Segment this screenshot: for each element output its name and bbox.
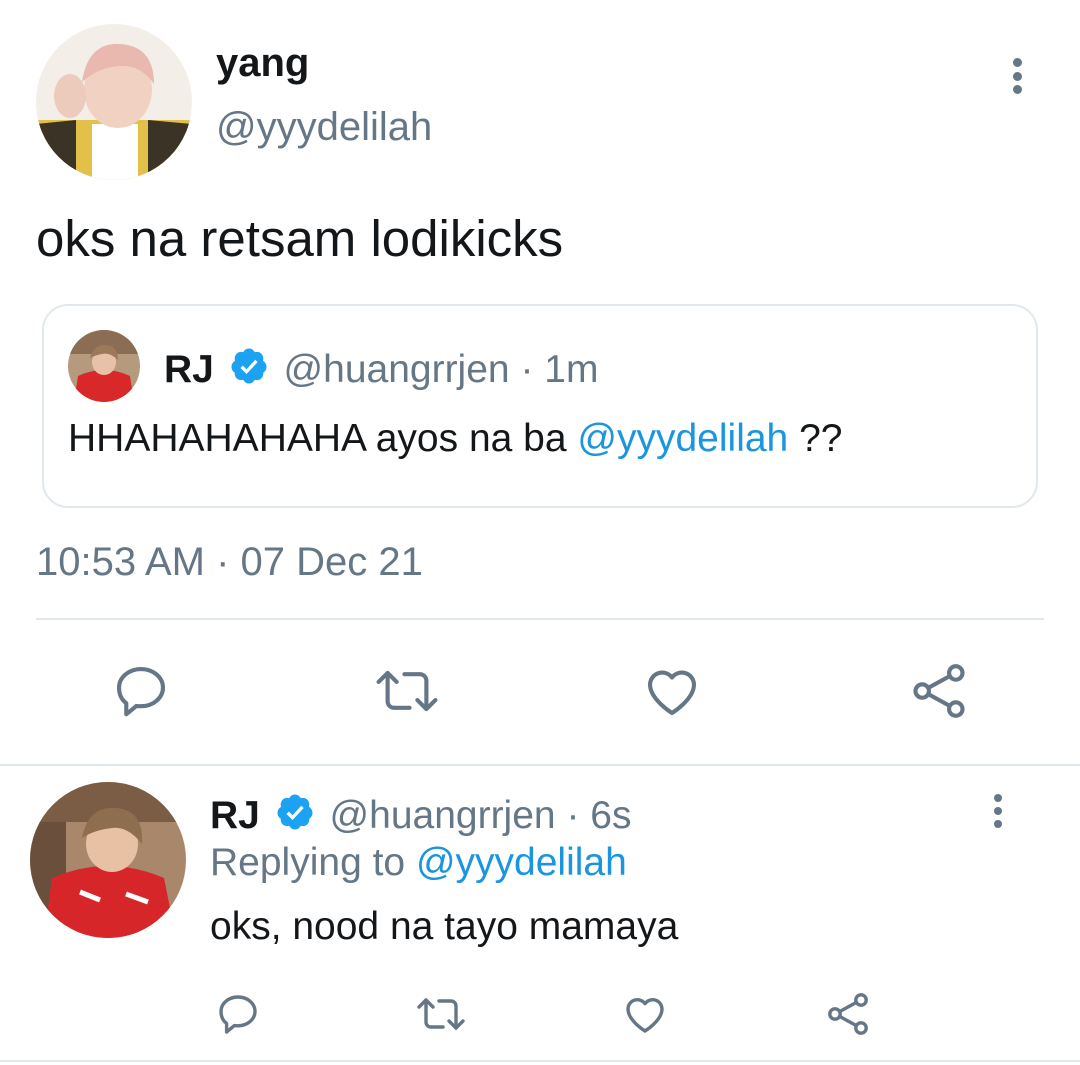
reply-share-icon[interactable] [824,990,872,1038]
reply-tweet-text: oks, nood na tayo mamaya [210,905,679,948]
quoted-tweet-age: · 1m [509,347,599,391]
reply-author-name[interactable]: RJ [210,794,260,837]
main-retweet-icon[interactable] [373,660,441,722]
quoted-text-tail: ?? [788,417,843,460]
quoted-author-avatar[interactable] [68,330,140,402]
quoted-mention-link[interactable]: @yyydelilah [577,417,788,460]
quoted-tweet-text: HHAHAHAHAHA ayos na ba @yyydelilah ?? [68,416,842,462]
main-tweet-timestamp: 10:53 AM · 07 Dec 21 [36,540,423,584]
quoted-text-body: HHAHAHAHAHA ayos na ba [68,417,578,460]
main-author-avatar[interactable] [36,24,192,180]
main-reply-icon[interactable] [110,660,172,722]
quoted-tweet-card[interactable] [42,304,1038,508]
main-like-icon[interactable] [640,660,704,722]
reply-author-line: RJ @huangrrjen · 6s [210,792,631,843]
divider [0,1060,1080,1062]
quoted-author-handle[interactable]: @huangrrjen [284,348,510,391]
quoted-author-line: RJ @huangrrjen · 1m [164,346,598,397]
main-author-handle[interactable]: @yyydelilah [216,104,432,150]
main-tweet-text: oks na retsam lodikicks [36,210,564,267]
reply-author-handle[interactable]: @huangrrjen [330,794,556,837]
reply-more-options-icon[interactable] [990,794,1006,828]
divider [0,764,1080,766]
main-author-name[interactable]: yang [216,40,309,86]
verified-badge-icon [275,792,315,843]
reply-author-avatar[interactable] [30,782,186,938]
reply-tweet-age: · 6s [555,793,632,837]
main-share-icon[interactable] [908,660,970,722]
verified-badge-icon [229,346,269,397]
replying-to-line: Replying to @yyydelilah [210,840,627,886]
replying-to-label: Replying to [210,841,416,884]
replying-to-mention-link[interactable]: @yyydelilah [416,841,627,884]
main-more-options-icon[interactable] [1008,58,1026,94]
reply-like-icon[interactable] [620,990,670,1038]
reply-reply-icon[interactable] [214,990,262,1038]
divider [36,618,1044,620]
quoted-author-name[interactable]: RJ [164,348,214,391]
reply-retweet-icon[interactable] [414,990,468,1038]
